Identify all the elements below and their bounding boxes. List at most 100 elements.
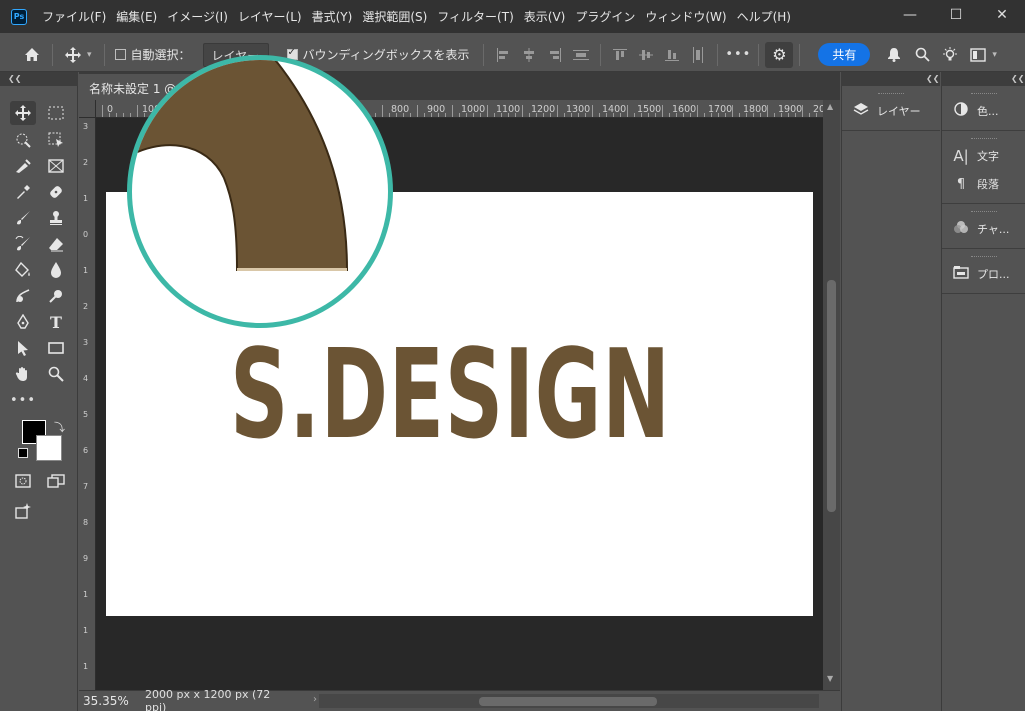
screen-mode-button[interactable]	[43, 469, 69, 493]
horizontal-scroll-thumb[interactable]	[479, 697, 657, 706]
align-top-icon[interactable]	[607, 44, 633, 66]
zoom-tool[interactable]	[43, 362, 69, 386]
menu-layer[interactable]: レイヤー(L)	[233, 8, 307, 25]
ruler-label: 4	[83, 374, 89, 383]
dodge-tool[interactable]	[10, 284, 36, 308]
bell-icon	[888, 48, 901, 62]
collapse-icon[interactable]: ❮❮	[1011, 74, 1024, 83]
pen-tool[interactable]	[10, 310, 36, 334]
minimize-button[interactable]: —	[887, 0, 933, 30]
divider	[103, 43, 105, 66]
menu-window[interactable]: ウィンドウ(W)	[640, 8, 731, 25]
search-button[interactable]	[908, 42, 936, 68]
healing-brush-tool[interactable]	[43, 180, 69, 204]
quick-mask-button[interactable]	[10, 469, 36, 493]
ruler-tick	[599, 113, 600, 117]
rectangle-tool[interactable]	[43, 336, 69, 360]
ruler-tick	[501, 113, 502, 117]
paint-bucket-tool[interactable]	[10, 258, 36, 282]
distribute-vertical-icon[interactable]	[685, 44, 711, 66]
move-tool[interactable]	[10, 101, 36, 125]
ruler-tick	[606, 113, 607, 117]
edit-toolbar-button[interactable]: •••	[10, 388, 36, 412]
crop-tool[interactable]	[10, 154, 36, 178]
burn-tool[interactable]	[43, 284, 69, 308]
blur-tool[interactable]	[43, 258, 69, 282]
horizontal-scrollbar[interactable]	[319, 694, 819, 708]
path-selection-tool[interactable]	[10, 336, 36, 360]
canvas-text-layer[interactable]: S.DESIGN	[230, 334, 671, 457]
panel-tab-layers[interactable]: レイヤー	[842, 97, 940, 125]
quick-selection-tool[interactable]	[10, 128, 36, 152]
share-button[interactable]: 共有	[818, 43, 871, 66]
type-tool[interactable]: T	[43, 310, 69, 334]
swap-colors-icon[interactable]: ⤵	[54, 419, 65, 435]
more-options-button[interactable]: •••	[724, 42, 752, 68]
frame-tool[interactable]	[43, 154, 69, 178]
marquee-tool[interactable]	[43, 101, 69, 125]
document-info[interactable]: 2000 px x 1200 px (72 ppi)	[135, 688, 295, 711]
chevron-down-icon[interactable]: ▾	[992, 50, 997, 60]
menu-plugins[interactable]: プラグイン	[570, 8, 640, 25]
align-center-icon[interactable]	[516, 44, 542, 66]
scroll-down-icon[interactable]: ▼	[827, 674, 833, 683]
vertical-scroll-thumb[interactable]	[827, 280, 836, 512]
panel-tab-paragraph[interactable]: ¶ 段落	[942, 170, 1025, 198]
object-selection-tool[interactable]	[43, 128, 69, 152]
panel-dock-header: ❮❮	[841, 72, 940, 86]
generative-fill-button[interactable]	[10, 499, 36, 523]
menu-view[interactable]: 表示(V)	[519, 8, 571, 25]
menu-type[interactable]: 書式(Y)	[307, 8, 358, 25]
collapse-icon[interactable]: ❮❮	[926, 74, 939, 83]
ruler-tick	[592, 105, 593, 117]
panel-tab-channels[interactable]: チャ...	[942, 215, 1025, 243]
eraser-tool[interactable]	[43, 232, 69, 256]
vertical-ruler[interactable]: 3 2 1 0 1 2 3 4 5 6 7 8 9 1 1 1	[79, 118, 96, 690]
panel-tab-color[interactable]: 色...	[942, 97, 1025, 125]
ruler-tick	[774, 113, 775, 117]
ruler-label: 3	[83, 338, 89, 347]
ruler-origin[interactable]	[79, 100, 96, 118]
history-brush-icon	[15, 236, 30, 251]
vertical-scrollbar[interactable]: ▲ ▼	[823, 100, 840, 690]
menu-select[interactable]: 選択範囲(S)	[357, 8, 432, 25]
menu-edit[interactable]: 編集(E)	[111, 8, 162, 25]
eyedropper-tool[interactable]	[10, 180, 36, 204]
ruler-tick	[466, 113, 467, 117]
maximize-button[interactable]: ☐	[933, 0, 979, 30]
scroll-up-icon[interactable]: ▲	[827, 102, 833, 111]
background-color-swatch[interactable]	[36, 435, 62, 461]
sparkle-frame-icon	[15, 503, 31, 519]
history-brush-tool[interactable]	[10, 232, 36, 256]
zoom-level[interactable]: 35.35%	[79, 694, 135, 708]
align-right-icon[interactable]	[542, 44, 568, 66]
chevron-down-icon[interactable]: ▾	[87, 50, 92, 60]
menu-filter[interactable]: フィルター(T)	[432, 8, 518, 25]
chevron-right-icon[interactable]: ›	[313, 694, 317, 705]
panel-tab-properties[interactable]: プロ...	[942, 260, 1025, 288]
ruler-tick	[648, 113, 649, 117]
menu-image[interactable]: イメージ(I)	[162, 8, 233, 25]
move-tool-preset-button[interactable]	[59, 42, 87, 68]
distribute-horizontal-icon[interactable]	[568, 44, 594, 66]
notifications-button[interactable]	[880, 42, 908, 68]
workspace-button[interactable]	[964, 42, 992, 68]
ruler-tick	[529, 113, 530, 117]
close-button[interactable]: ✕	[979, 0, 1025, 30]
settings-button[interactable]: ⚙	[765, 41, 794, 68]
default-colors-icon[interactable]	[18, 448, 28, 458]
menu-help[interactable]: ヘルプ(H)	[732, 8, 796, 25]
brush-tool[interactable]	[10, 206, 36, 230]
hand-tool[interactable]	[10, 362, 36, 386]
home-button[interactable]	[18, 42, 46, 68]
clone-stamp-tool[interactable]	[43, 206, 69, 230]
menu-file[interactable]: ファイル(F)	[37, 8, 111, 25]
align-bottom-icon[interactable]	[659, 44, 685, 66]
discover-button[interactable]	[936, 42, 964, 68]
panel-tab-character[interactable]: A| 文字	[942, 142, 1025, 170]
align-middle-icon[interactable]	[633, 44, 659, 66]
collapse-icon[interactable]: ❮❮	[8, 74, 21, 83]
search-icon	[915, 47, 930, 62]
auto-select-checkbox[interactable]	[114, 49, 126, 60]
align-left-icon[interactable]	[490, 44, 516, 66]
